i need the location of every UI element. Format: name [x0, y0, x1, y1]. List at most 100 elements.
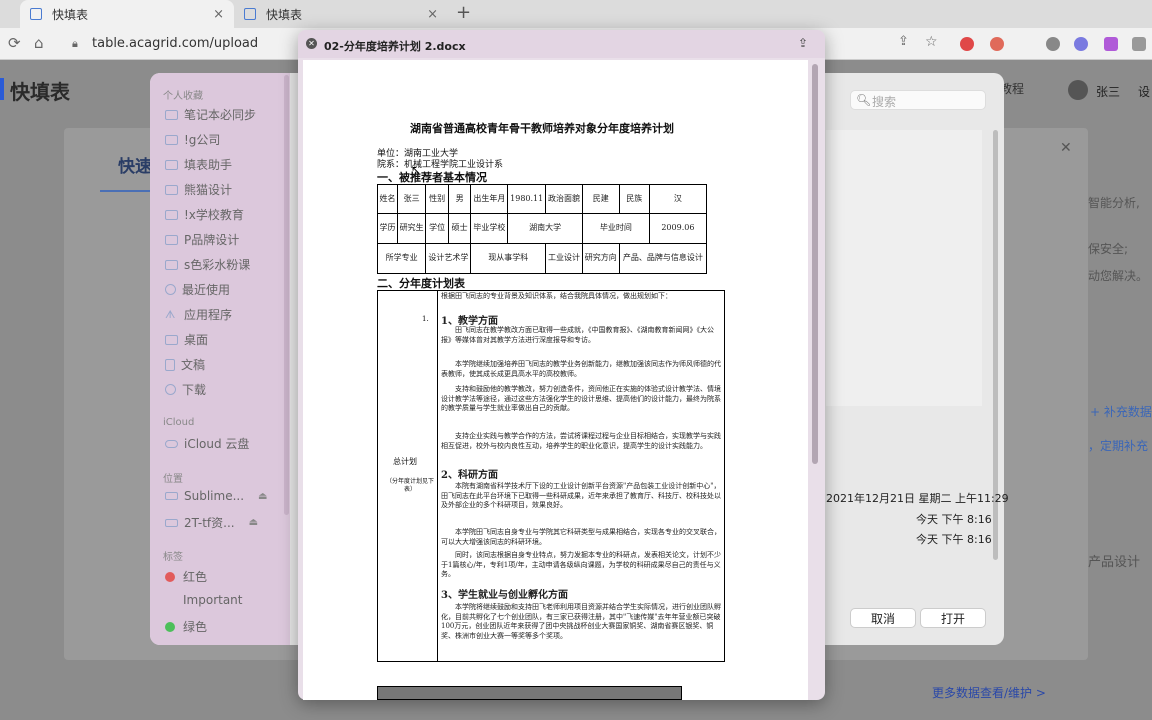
- lock-icon: 🔒︎: [72, 37, 78, 50]
- sidebar-scrollbar[interactable]: [284, 75, 289, 515]
- home-icon[interactable]: ⌂: [34, 34, 44, 52]
- close-icon[interactable]: ✕: [306, 38, 317, 49]
- sidebar-item-recents[interactable]: 最近使用: [165, 281, 230, 298]
- plan-heading: 2、科研方面: [441, 470, 498, 481]
- basic-info-table: 姓名 张三 性别 男 出生年月 1980.11 政治面貌 民建 民族 汉 学历 …: [376, 183, 708, 275]
- extension-icon[interactable]: [1046, 37, 1060, 51]
- plan-paragraph: 支持企业实践与教学合作的方法，尝试将课程过程与企业目标相结合，实现教学与实践相互…: [441, 432, 721, 450]
- eject-icon[interactable]: ⏏: [249, 517, 258, 528]
- tab-label: 快填表: [52, 7, 89, 22]
- app-title: 快填表: [10, 80, 70, 104]
- page-favicon-icon: [30, 8, 42, 20]
- extension-icon[interactable]: [1074, 37, 1088, 51]
- tag-red-icon: [165, 571, 175, 582]
- close-tab-icon[interactable]: ×: [213, 7, 224, 22]
- quicklook-scrollbar[interactable]: [812, 64, 818, 464]
- table-cell: 研究方向: [581, 242, 620, 275]
- more-data-link[interactable]: 更多数据查看/维护 >: [932, 684, 1046, 701]
- sidebar-item-volume[interactable]: Sublime... ⏏: [165, 489, 267, 503]
- table-cell: 1980.11: [507, 183, 547, 215]
- drive-icon: [165, 518, 178, 527]
- adblock-extension-icon[interactable]: [960, 37, 974, 51]
- sidebar-item[interactable]: !x学校教育: [165, 206, 244, 223]
- section-heading: 一、被推荐者基本情况: [377, 171, 487, 184]
- plan-paragraph: 支持和鼓励他的教学教改，努力创造条件，资间他正在实施的体验式设计教学法、情境设计…: [441, 385, 721, 412]
- table-cell: 学位: [425, 213, 449, 244]
- quicklook-title: 02-分年度培养计划 2.docx: [324, 40, 466, 53]
- sidebar-item[interactable]: s色彩水粉课: [165, 256, 250, 273]
- folder-icon: [165, 184, 178, 195]
- sidebar-item-applications[interactable]: ᗑ 应用程序: [165, 306, 232, 323]
- table-cell: 工业设计: [545, 242, 583, 275]
- cancel-button[interactable]: 取消: [850, 608, 916, 628]
- sidebar-tag-green[interactable]: 绿色: [165, 618, 207, 635]
- user-name[interactable]: 张三: [1096, 83, 1120, 100]
- open-button[interactable]: 打开: [920, 608, 986, 628]
- extension-icon[interactable]: [1104, 37, 1118, 51]
- sidebar-item[interactable]: 填表助手: [165, 156, 232, 173]
- table-cell: 湖南大学: [507, 213, 583, 244]
- side-text: 产品设计: [1088, 555, 1141, 570]
- close-icon[interactable]: ✕: [1060, 140, 1072, 156]
- sidebar-tag-important[interactable]: Important: [165, 593, 243, 607]
- sidebar-tag-red[interactable]: 红色: [165, 568, 207, 585]
- table-cell: 产品、品牌与信息设计: [618, 242, 708, 275]
- tab-label: 快填表: [266, 7, 303, 22]
- reload-icon[interactable]: ⟳: [8, 34, 21, 52]
- new-tab-button[interactable]: +: [456, 2, 471, 23]
- side-text: 保安全;: [1088, 242, 1129, 256]
- app-logo-icon: [0, 78, 4, 100]
- icloud-header: iCloud: [163, 417, 195, 428]
- side-text: ，定期补充: [1088, 439, 1149, 453]
- plan-paragraph: 本学院继续加强培养田飞同志的教学业务创新能力，继教加强该同志作为师风师德的代表教…: [441, 360, 721, 378]
- folder-icon: [165, 234, 178, 245]
- share-icon[interactable]: ⇪: [798, 36, 808, 50]
- extensions-puzzle-icon[interactable]: [1132, 37, 1146, 51]
- sidebar-item-icloud-drive[interactable]: iCloud 云盘: [165, 435, 249, 452]
- avatar[interactable]: [1068, 80, 1088, 100]
- favorites-header: 个人收藏: [163, 91, 203, 102]
- share-icon[interactable]: ⇪: [898, 34, 909, 49]
- clock-icon: [165, 284, 176, 295]
- download-icon: [165, 384, 176, 395]
- browser-tab-active[interactable]: 快填表 ×: [20, 0, 234, 28]
- section-heading: 二、分年度计划表: [377, 277, 465, 290]
- table-divider: [437, 290, 438, 662]
- sidebar-item[interactable]: 熊猫设计: [165, 181, 232, 198]
- drive-icon: [165, 492, 178, 500]
- table-cell: 汉: [648, 183, 708, 215]
- file-date: 2021年12月21日 星期二 上午11:29: [826, 492, 1009, 505]
- document-title: 湖南省普通高校青年骨干教师培养对象分年度培养计划: [410, 122, 674, 135]
- sidebar-item-downloads[interactable]: 下载: [165, 381, 206, 398]
- sidebar-item-volume[interactable]: 2T-tf资... ⏏: [165, 514, 258, 531]
- browser-tab[interactable]: 快填表 ×: [234, 0, 448, 28]
- plan-paragraph: 本学院将继续鼓励和支持田飞老师利用项目资源并结合学生实际情况，进行创业团队孵化，…: [441, 603, 721, 640]
- url-field[interactable]: table.acagrid.com/upload: [92, 36, 258, 51]
- next-table-header: [377, 686, 682, 700]
- close-tab-icon[interactable]: ×: [427, 7, 438, 22]
- sidebar-item-documents[interactable]: 文稿: [165, 356, 205, 373]
- applications-icon: ᗑ: [165, 307, 176, 321]
- extension-icon[interactable]: [990, 37, 1004, 51]
- sidebar-item[interactable]: !g公司: [165, 131, 220, 148]
- sidebar-item[interactable]: P品牌设计: [165, 231, 239, 248]
- table-cell: 民建: [581, 183, 620, 215]
- sidebar-item[interactable]: 笔记本必同步: [165, 106, 256, 123]
- file-date: 今天 下午 8:16: [916, 533, 992, 546]
- table-cell: 2009.06: [648, 213, 708, 244]
- sidebar-item-desktop[interactable]: 桌面: [165, 331, 208, 348]
- search-placeholder: 搜索: [872, 95, 897, 109]
- table-cell: 毕业时间: [581, 213, 650, 244]
- table-cell: 出生年月: [470, 183, 509, 215]
- settings-link[interactable]: 设: [1138, 83, 1150, 100]
- table-cell: 性别: [425, 183, 449, 215]
- eject-icon[interactable]: ⏏: [258, 491, 267, 502]
- plan-intro: 根据田飞同志的专业背景及知识体系，结合我院具体情况，做出规划如下：: [441, 292, 672, 300]
- side-text: 动您解决。: [1088, 269, 1149, 283]
- add-data-link[interactable]: + 补充数据: [1090, 403, 1152, 420]
- table-cell: 设计艺术学: [425, 242, 472, 275]
- plan-paragraph: 本学院田飞同志自身专业与学院其它科研类型与成果相结合，实现各专业的交叉联合，可以…: [441, 528, 721, 546]
- list-number: 1.: [422, 315, 429, 323]
- plan-paragraph: 本院有湖南省科学技术厅下设的工业设计创新平台资源"产品包装工业设计创新中心"，田…: [441, 482, 721, 509]
- bookmark-star-icon[interactable]: ☆: [925, 34, 938, 50]
